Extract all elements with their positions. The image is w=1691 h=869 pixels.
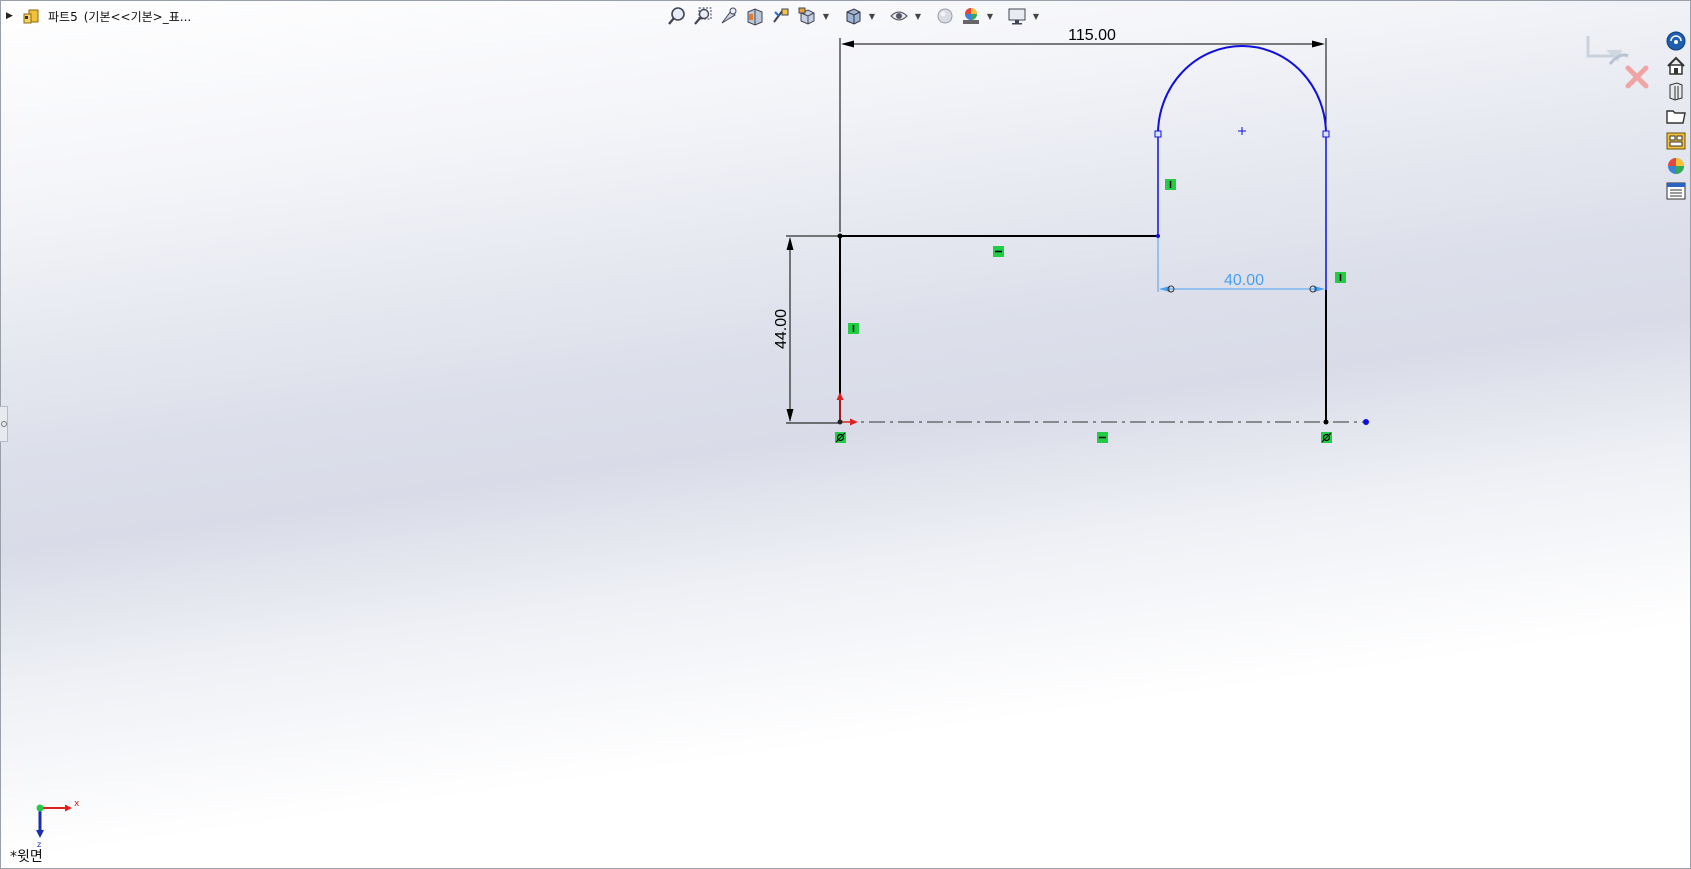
sketch-canvas[interactable]: 115.00 44.00 40.00 [0,0,1691,869]
reference-triad[interactable]: x z [28,796,88,849]
dimension-115-text[interactable]: 115.00 [1068,27,1116,44]
dimension-40[interactable]: 40.00 [1157,236,1325,293]
arc-endpoint-right[interactable] [1322,130,1330,138]
dimension-44[interactable]: 44.00 [773,235,838,424]
relation-horizontal-icon[interactable] [993,246,1004,257]
relation-vertical-icon[interactable] [1335,272,1346,283]
sketch-point[interactable] [1156,234,1160,238]
relation-coincident-icon[interactable] [835,432,846,443]
sketch-point[interactable] [837,233,843,239]
relation-vertical-icon[interactable] [848,323,859,334]
dimension-40-text[interactable]: 40.00 [1224,272,1264,289]
relation-coincident-icon[interactable] [1321,432,1332,443]
dimension-44-text[interactable]: 44.00 [773,309,790,349]
arc-endpoint-left[interactable] [1154,130,1162,138]
triad-x-label: x [74,799,80,809]
sketch-origin-icon[interactable] [836,392,859,426]
relation-vertical-icon[interactable] [1165,179,1176,190]
relation-horizontal-icon[interactable] [1097,432,1108,443]
view-orientation-name: *윗면 [10,849,43,865]
dimension-115[interactable]: 115.00 [839,27,1327,232]
centerline-endpoint[interactable] [1363,419,1369,425]
sketch-point[interactable] [1323,419,1329,425]
arc-center-point[interactable] [1238,127,1246,135]
slot-arc[interactable] [1157,45,1327,135]
